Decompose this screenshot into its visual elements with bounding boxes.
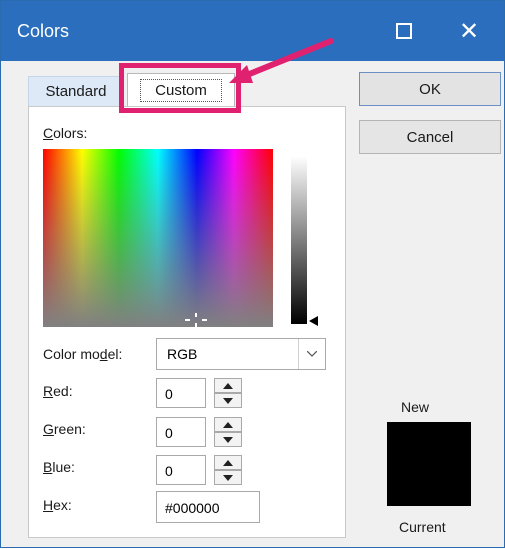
window-title: Colors: [17, 21, 70, 41]
current-color-label: Current: [399, 519, 446, 535]
cancel-button[interactable]: Cancel: [359, 120, 501, 154]
green-label: Green:: [43, 421, 86, 437]
chevron-down-icon[interactable]: [298, 339, 325, 369]
close-button[interactable]: ✕: [441, 1, 497, 61]
red-spinner[interactable]: [214, 378, 242, 408]
tab-custom-label: Custom: [140, 79, 222, 102]
tab-standard-label: Standard: [45, 83, 107, 100]
triangle-down-icon: [223, 474, 233, 481]
triangle-up-icon: [223, 382, 233, 389]
blue-label: Blue:: [43, 459, 75, 475]
hex-label: Hex:: [43, 497, 72, 513]
maximize-icon: [396, 23, 412, 39]
maximize-button[interactable]: [376, 1, 432, 61]
triangle-down-icon: [223, 436, 233, 443]
luminance-pointer-icon[interactable]: [309, 316, 318, 326]
red-label: Red:: [43, 383, 73, 399]
triangle-up-icon: [223, 421, 233, 428]
new-color-label: New: [401, 399, 430, 415]
color-spectrum-picker[interactable]: [43, 149, 273, 327]
red-input[interactable]: 0: [156, 378, 206, 408]
triangle-down-icon: [223, 397, 233, 404]
red-decrement-button[interactable]: [214, 393, 242, 408]
tab-custom[interactable]: Custom: [127, 73, 235, 107]
hex-input[interactable]: #000000: [156, 491, 260, 523]
blue-input[interactable]: 0: [156, 455, 206, 485]
colors-dialog: Colors ✕ Standard Custom Colors: Color m…: [0, 0, 505, 548]
color-model-label: Color model:: [43, 346, 123, 362]
green-spinner[interactable]: [214, 417, 242, 447]
close-icon: ✕: [458, 17, 480, 45]
blue-spinner[interactable]: [214, 455, 242, 485]
crosshair-icon: [185, 313, 207, 327]
green-input[interactable]: 0: [156, 417, 206, 447]
ok-button[interactable]: OK: [359, 72, 501, 106]
color-model-select[interactable]: RGB: [156, 338, 326, 370]
red-increment-button[interactable]: [214, 378, 242, 393]
title-bar: Colors ✕: [1, 1, 504, 61]
blue-increment-button[interactable]: [214, 455, 242, 470]
color-preview-swatch: [387, 422, 471, 506]
color-model-value: RGB: [167, 346, 198, 362]
blue-decrement-button[interactable]: [214, 470, 242, 485]
colors-label: Colors:: [43, 125, 88, 141]
luminance-slider[interactable]: [291, 156, 307, 324]
green-decrement-button[interactable]: [214, 432, 242, 447]
green-increment-button[interactable]: [214, 417, 242, 432]
triangle-up-icon: [223, 459, 233, 466]
tab-standard[interactable]: Standard: [28, 76, 124, 106]
